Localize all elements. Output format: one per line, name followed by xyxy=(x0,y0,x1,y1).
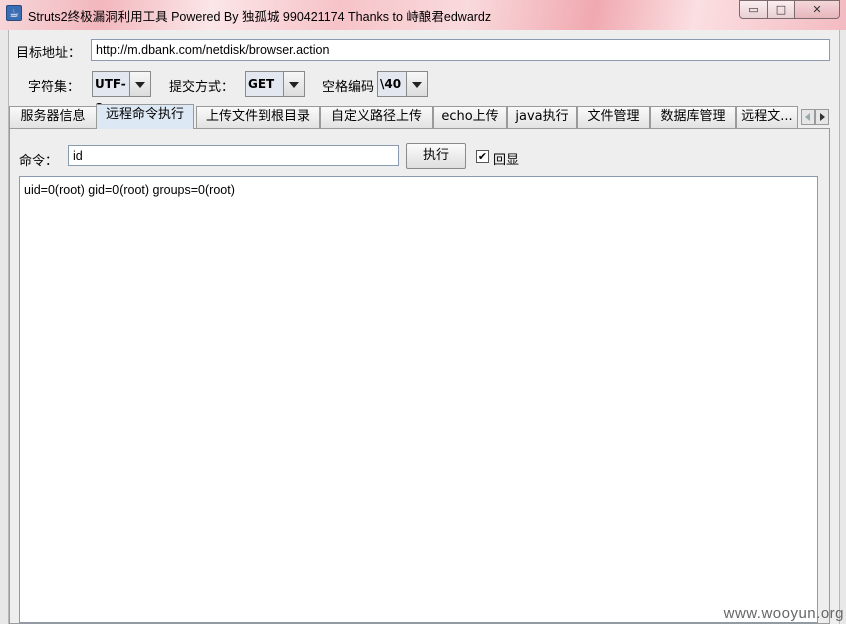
command-output[interactable]: uid=0(root) gid=0(root) groups=0(root) xyxy=(19,176,818,623)
remote-command-panel: 命令： id 执行 ✔ 回显 uid=0(root) gid=0(root) g… xyxy=(9,128,830,624)
close-icon: ✕ xyxy=(812,3,822,16)
target-url-label: 目标地址： xyxy=(16,46,82,61)
execute-button[interactable]: 执行 xyxy=(406,143,466,169)
echo-label: 回显 xyxy=(493,153,520,168)
tab-remote-file[interactable]: 远程文... xyxy=(736,106,798,128)
maximize-button[interactable]: □ xyxy=(767,0,795,19)
echo-checkbox[interactable]: ✔ xyxy=(476,150,489,163)
target-url-input[interactable]: http://m.dbank.com/netdisk/browser.actio… xyxy=(91,39,830,61)
space-encoding-select[interactable]: \40 xyxy=(377,71,428,97)
method-select[interactable]: GET xyxy=(245,71,305,97)
charset-value: UTF-8 xyxy=(93,72,130,115)
tab-custom-path-upload[interactable]: 自定义路径上传 xyxy=(320,106,433,128)
charset-label: 字符集： xyxy=(28,80,81,95)
method-label: 提交方式： xyxy=(169,80,235,95)
tab-database-manager[interactable]: 数据库管理 xyxy=(650,106,736,128)
tab-java-exec[interactable]: java执行 xyxy=(507,106,577,128)
tab-remote-command[interactable]: 远程命令执行 xyxy=(96,104,194,129)
close-button[interactable]: ✕ xyxy=(794,0,840,19)
tab-echo-upload[interactable]: echo上传 xyxy=(433,106,507,128)
command-input[interactable]: id xyxy=(68,145,399,166)
method-value: GET xyxy=(246,72,284,96)
minimize-icon: ▭ xyxy=(748,3,759,16)
java-cup-icon: ☕ xyxy=(6,5,22,21)
tab-scroll-left-icon[interactable] xyxy=(801,109,815,125)
watermark: www.wooyun.org xyxy=(723,605,844,622)
tab-file-manager[interactable]: 文件管理 xyxy=(577,106,650,128)
tab-server-info[interactable]: 服务器信息 xyxy=(9,106,97,128)
space-encoding-label: 空格编码 xyxy=(322,80,375,95)
chevron-down-icon[interactable] xyxy=(407,72,427,96)
tab-strip: 服务器信息 远程命令执行 上传文件到根目录 自定义路径上传 echo上传 jav… xyxy=(9,104,839,129)
chevron-down-icon[interactable] xyxy=(130,72,150,96)
title-bar: ☕ Struts2终极漏洞利用工具 Powered By 独孤城 9904211… xyxy=(0,0,846,30)
minimize-button[interactable]: ▭ xyxy=(739,0,768,19)
window-title: Struts2终极漏洞利用工具 Powered By 独孤城 990421174… xyxy=(28,10,492,24)
space-encoding-value: \40 xyxy=(378,72,407,96)
command-label: 命令： xyxy=(19,154,59,169)
chevron-down-icon[interactable] xyxy=(284,72,304,96)
tab-upload-root[interactable]: 上传文件到根目录 xyxy=(196,106,320,128)
main-content: 目标地址： http://m.dbank.com/netdisk/browser… xyxy=(8,30,840,624)
tab-scroll-right-icon[interactable] xyxy=(815,109,829,125)
charset-select[interactable]: UTF-8 xyxy=(92,71,151,115)
maximize-icon: □ xyxy=(775,3,787,16)
